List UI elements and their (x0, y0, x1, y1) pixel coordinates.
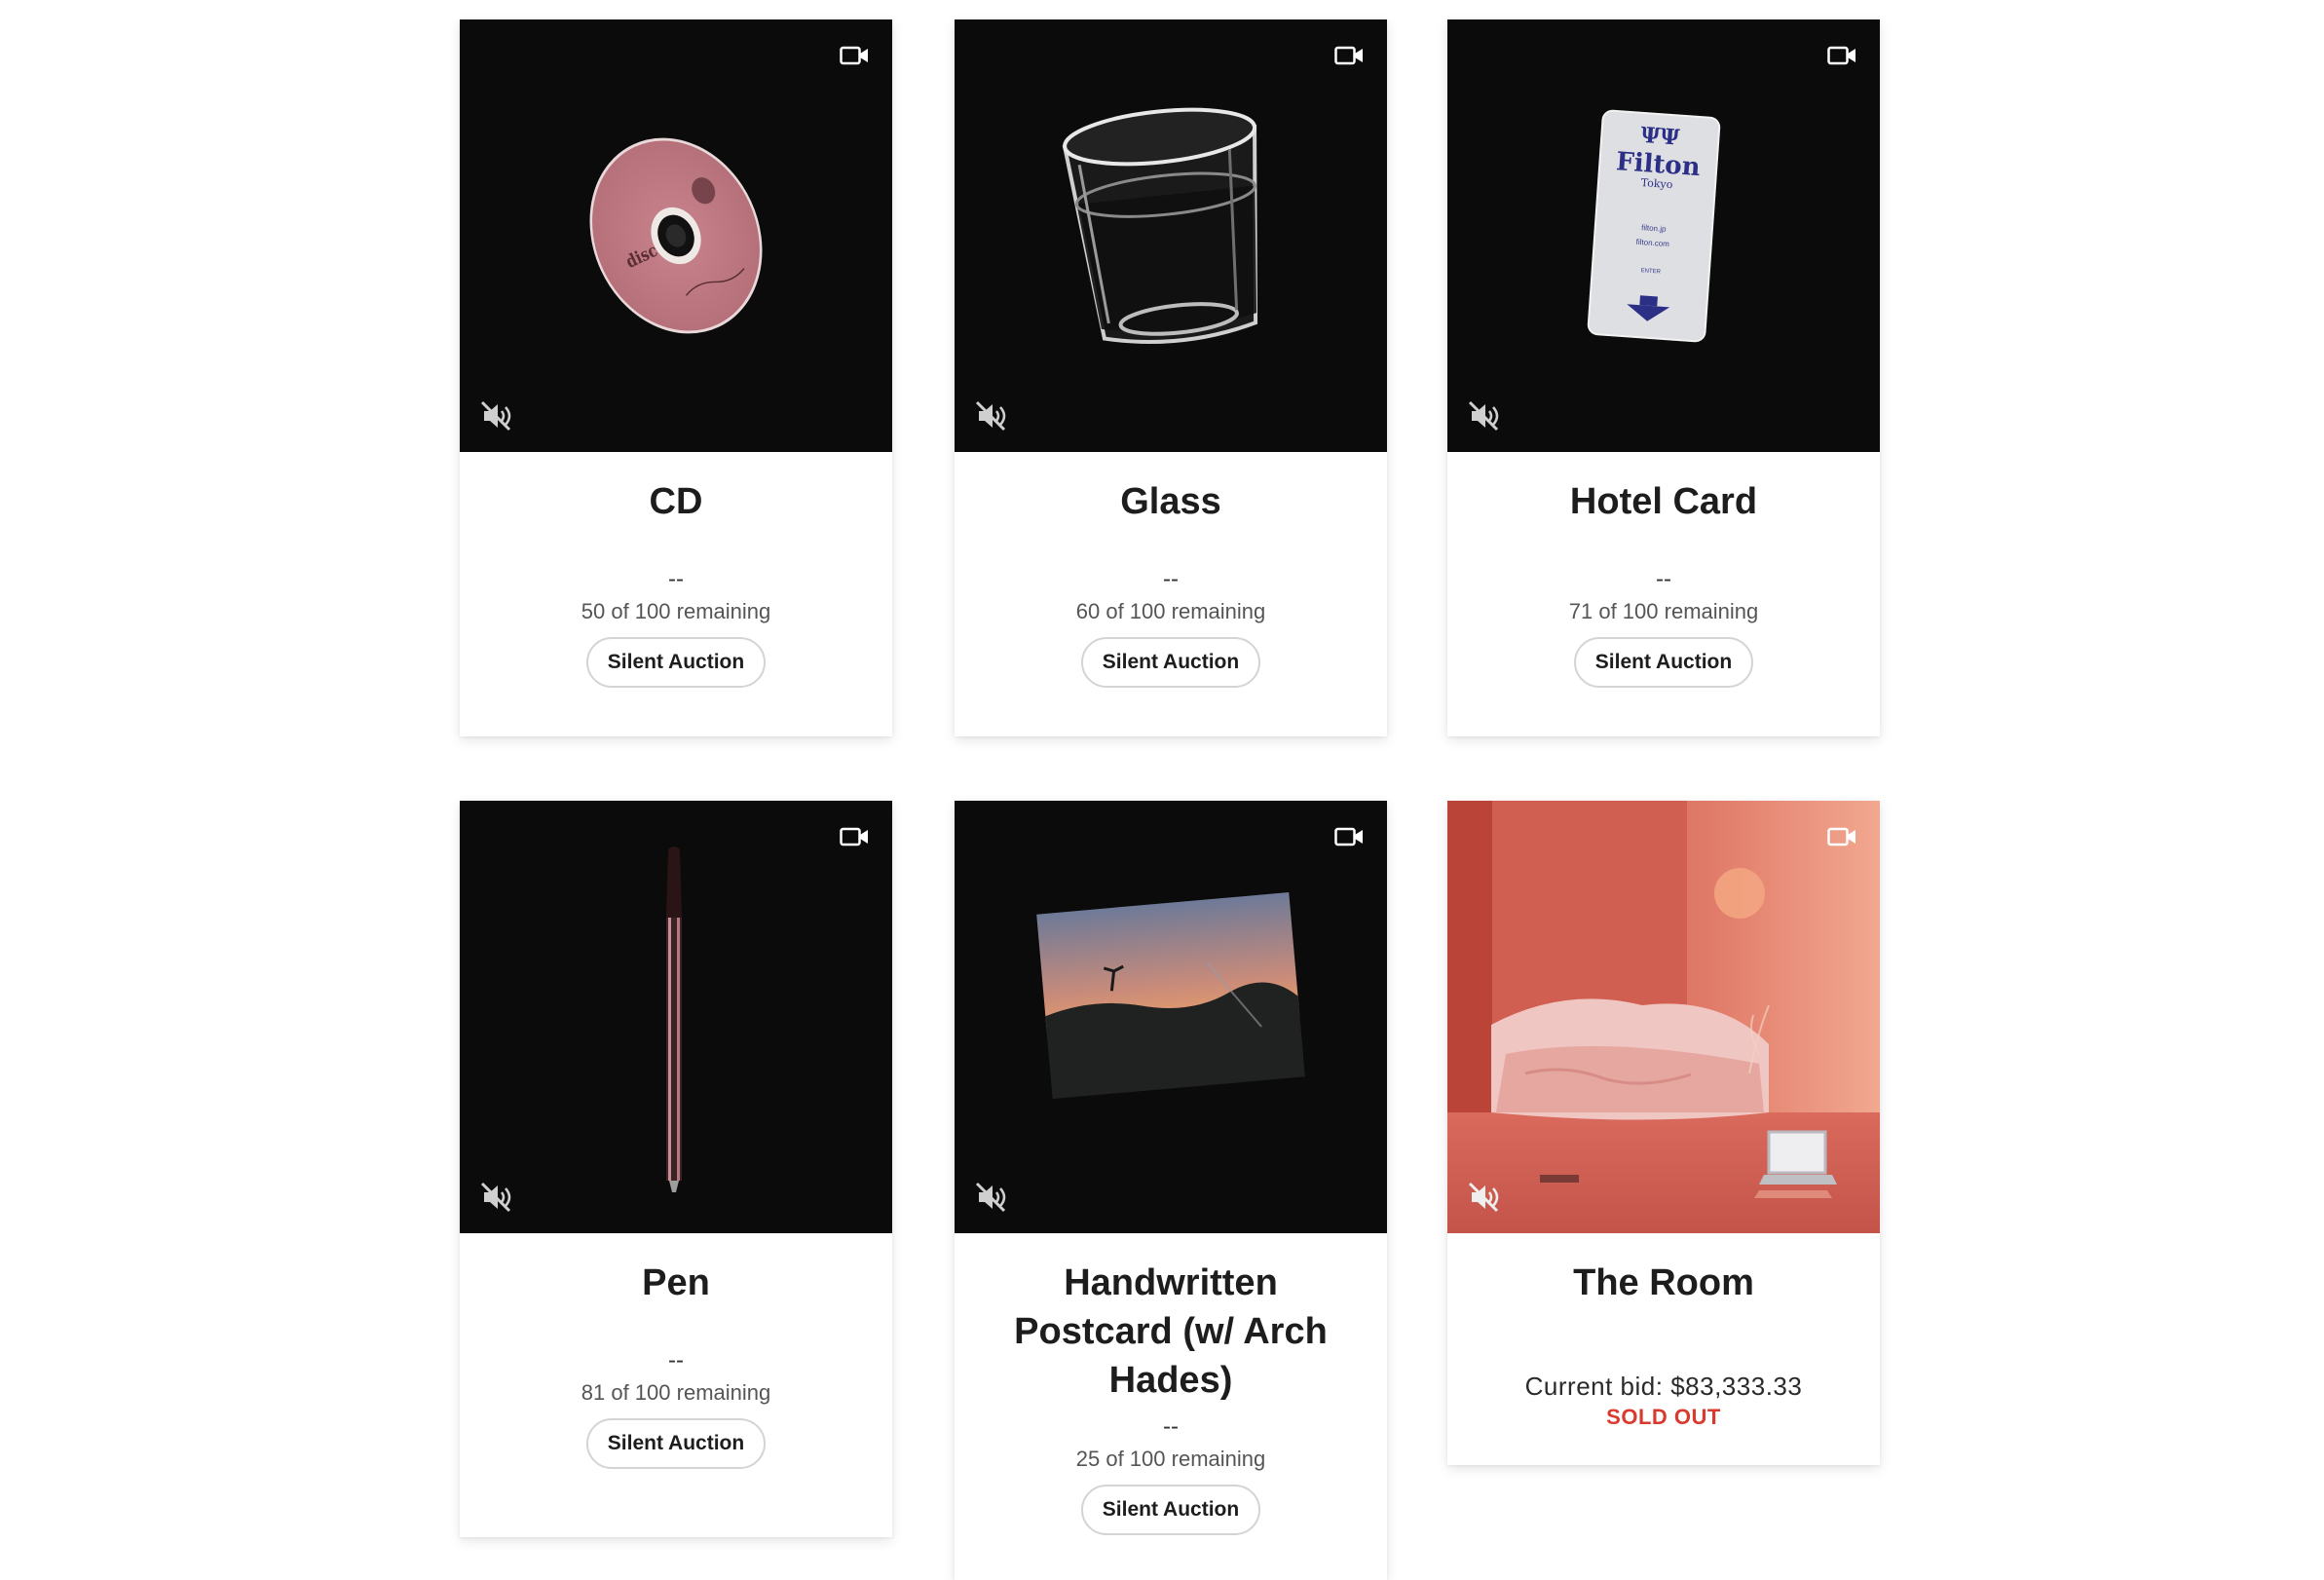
postcard-image (1036, 892, 1305, 1099)
product-card-pen[interactable]: Pen -- 81 of 100 remaining Silent Auctio… (460, 801, 892, 1537)
speaker-muted-icon[interactable] (479, 399, 512, 433)
video-camera-icon (1827, 827, 1855, 846)
product-price: -- (1656, 566, 1671, 592)
remaining-count: 25 of 100 remaining (1075, 1447, 1266, 1471)
current-bid: Current bid: $83,333.33 (1524, 1372, 1803, 1401)
product-media-the-room[interactable] (1447, 801, 1880, 1233)
product-price: -- (668, 566, 684, 592)
video-camera-icon (1334, 827, 1363, 846)
product-price: -- (1163, 1413, 1179, 1440)
remaining-count: 60 of 100 remaining (1075, 599, 1266, 623)
product-media-cd[interactable]: disc (460, 19, 892, 452)
cd-image: disc (589, 137, 763, 334)
pen-image (666, 846, 682, 1192)
speaker-muted-icon[interactable] (479, 1181, 512, 1214)
product-title[interactable]: The Room (1477, 1259, 1851, 1307)
remaining-count: 81 of 100 remaining (581, 1380, 771, 1405)
product-media-pen[interactable] (460, 801, 892, 1233)
product-info: Hotel Card -- 71 of 100 remaining Silent… (1447, 452, 1880, 688)
speaker-muted-icon[interactable] (974, 1181, 1007, 1214)
svg-text:ΨΨ: ΨΨ (1639, 123, 1680, 151)
product-media-hotel-card[interactable]: ΨΨ Filton Tokyo filton.jp filton.com ENT… (1447, 19, 1880, 452)
product-title[interactable]: Handwritten Postcard (w/ Arch Hades) (984, 1259, 1358, 1405)
product-card-cd[interactable]: disc CD -- 50 of 100 remaining Silent Au… (460, 19, 892, 736)
product-title[interactable]: CD (489, 477, 863, 526)
product-card-hotel-card[interactable]: ΨΨ Filton Tokyo filton.jp filton.com ENT… (1447, 19, 1880, 736)
product-card-postcard[interactable]: Handwritten Postcard (w/ Arch Hades) -- … (955, 801, 1387, 1580)
product-info: Glass -- 60 of 100 remaining Silent Auct… (955, 452, 1387, 688)
silent-auction-button[interactable]: Silent Auction (1573, 637, 1754, 688)
product-info: The Room Current bid: $83,333.33 SOLD OU… (1447, 1233, 1880, 1432)
silent-auction-button[interactable]: Silent Auction (1080, 1485, 1261, 1535)
video-camera-icon (840, 827, 868, 846)
product-info: Pen -- 81 of 100 remaining Silent Auctio… (460, 1233, 892, 1469)
silent-auction-button[interactable]: Silent Auction (1080, 637, 1261, 688)
video-camera-icon (1334, 46, 1363, 65)
speaker-muted-icon[interactable] (1467, 1181, 1500, 1214)
silent-auction-button[interactable]: Silent Auction (585, 1418, 767, 1469)
remaining-count: 71 of 100 remaining (1568, 599, 1759, 623)
product-title[interactable]: Hotel Card (1477, 477, 1851, 526)
glass-image (1062, 107, 1258, 345)
product-title[interactable]: Pen (489, 1259, 863, 1307)
hotel-card-image: ΨΨ Filton Tokyo filton.jp filton.com ENT… (1587, 109, 1721, 343)
speaker-muted-icon[interactable] (1467, 399, 1500, 433)
video-camera-icon (1827, 46, 1855, 65)
product-media-glass[interactable] (955, 19, 1387, 452)
product-price: -- (668, 1347, 684, 1373)
product-title[interactable]: Glass (984, 477, 1358, 526)
product-info: Handwritten Postcard (w/ Arch Hades) -- … (955, 1233, 1387, 1535)
silent-auction-button[interactable]: Silent Auction (585, 637, 767, 688)
product-card-glass[interactable]: Glass -- 60 of 100 remaining Silent Auct… (955, 19, 1387, 736)
product-media-postcard[interactable] (955, 801, 1387, 1233)
room-image (1447, 801, 1880, 1233)
product-info: CD -- 50 of 100 remaining Silent Auction (460, 452, 892, 688)
video-camera-icon (840, 46, 868, 65)
product-price: -- (1163, 566, 1179, 592)
sold-out-badge: SOLD OUT (1606, 1405, 1721, 1429)
remaining-count: 50 of 100 remaining (581, 599, 771, 623)
svg-text:filton.jp: filton.jp (1641, 223, 1667, 234)
svg-text:Tokyo: Tokyo (1640, 176, 1673, 191)
speaker-muted-icon[interactable] (974, 399, 1007, 433)
product-card-the-room[interactable]: The Room Current bid: $83,333.33 SOLD OU… (1447, 801, 1880, 1465)
